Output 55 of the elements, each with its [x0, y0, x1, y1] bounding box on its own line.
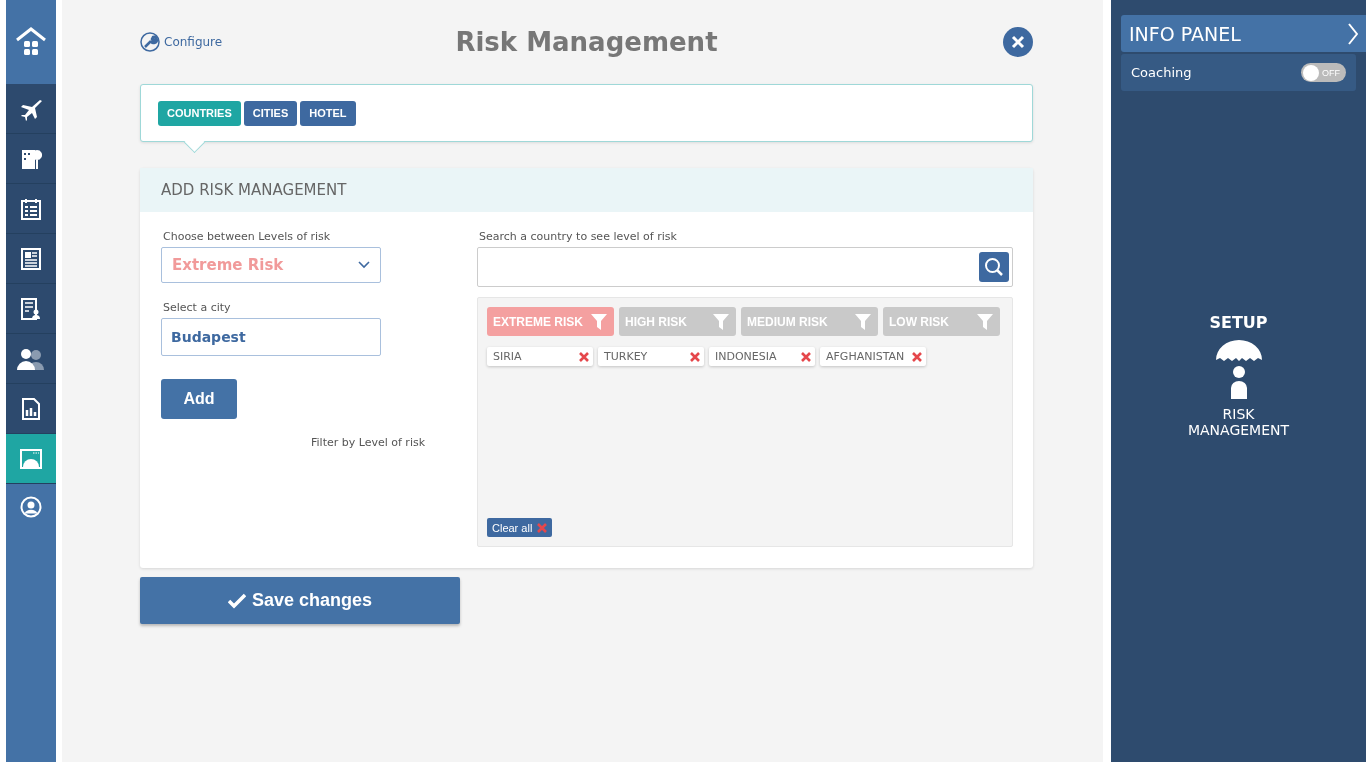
field-label: Choose between Levels of risk — [163, 230, 332, 243]
filter-icon — [590, 312, 608, 331]
remove-icon[interactable] — [579, 351, 589, 362]
chevron-down-icon — [358, 261, 370, 269]
report-person-icon — [21, 297, 41, 320]
field-label: Search a country to see level of risk — [479, 230, 678, 243]
user-circle-icon — [20, 496, 42, 518]
sidebar-item[interactable] — [6, 134, 56, 184]
chart-document-icon — [22, 397, 40, 420]
tab[interactable]: CITIES — [243, 100, 298, 126]
tab[interactable]: COUNTRIES — [158, 100, 241, 126]
checkmark-icon — [227, 592, 246, 609]
chevron-right-icon — [1348, 22, 1358, 45]
remove-icon[interactable] — [690, 351, 700, 362]
filter-icon — [976, 312, 994, 331]
sidebar-item[interactable] — [6, 284, 56, 334]
country-tag: SIRIA — [487, 347, 593, 366]
info-panel-header[interactable]: INFO PANEL — [1121, 15, 1366, 52]
sidebar-item[interactable] — [6, 234, 56, 284]
remove-icon[interactable] — [801, 351, 811, 362]
umbrella-person-icon — [1214, 340, 1263, 400]
configure-link[interactable]: Configure — [140, 32, 340, 52]
country-tag: INDONESIA — [709, 347, 815, 366]
sidebar-item[interactable] — [6, 184, 56, 234]
users-icon — [16, 347, 46, 370]
sidebar-item[interactable] — [6, 84, 56, 134]
add-button[interactable]: Add — [161, 379, 237, 419]
document-icon — [21, 247, 41, 270]
country-tag: AFGHANISTAN — [820, 347, 926, 366]
setup-item-label: RISK MANAGEMENT — [1186, 406, 1291, 438]
wrench-icon — [140, 32, 160, 52]
sidebar-item[interactable] — [6, 334, 56, 384]
close-icon — [1011, 35, 1025, 49]
search-button[interactable] — [979, 252, 1009, 282]
card-title: ADD RISK MANAGEMENT — [140, 168, 1033, 212]
clear-all-button[interactable]: Clear all — [487, 518, 553, 537]
country-tag: TURKEY — [598, 347, 704, 366]
image-settings-icon — [20, 448, 42, 469]
checklist-calendar-icon — [21, 197, 41, 220]
save-button[interactable]: Save changes — [140, 577, 460, 624]
filter-icon — [712, 312, 730, 331]
close-button[interactable] — [1003, 27, 1033, 57]
filter-icon — [854, 312, 872, 331]
filter-note: Filter by Level of risk — [311, 436, 427, 449]
coaching-label: Coaching — [1131, 65, 1192, 80]
home-icon — [15, 26, 47, 58]
city-input[interactable]: Budapest — [161, 318, 381, 356]
page-title: Risk Management — [455, 27, 718, 57]
tab[interactable]: HOTEL — [300, 100, 356, 126]
field-label: Select a city — [163, 301, 232, 314]
section-title: SETUP — [1209, 313, 1268, 332]
search-icon — [984, 257, 1004, 277]
sidebar-item[interactable] — [6, 384, 56, 434]
search-field[interactable] — [477, 247, 1013, 287]
remove-icon[interactable] — [912, 351, 922, 362]
